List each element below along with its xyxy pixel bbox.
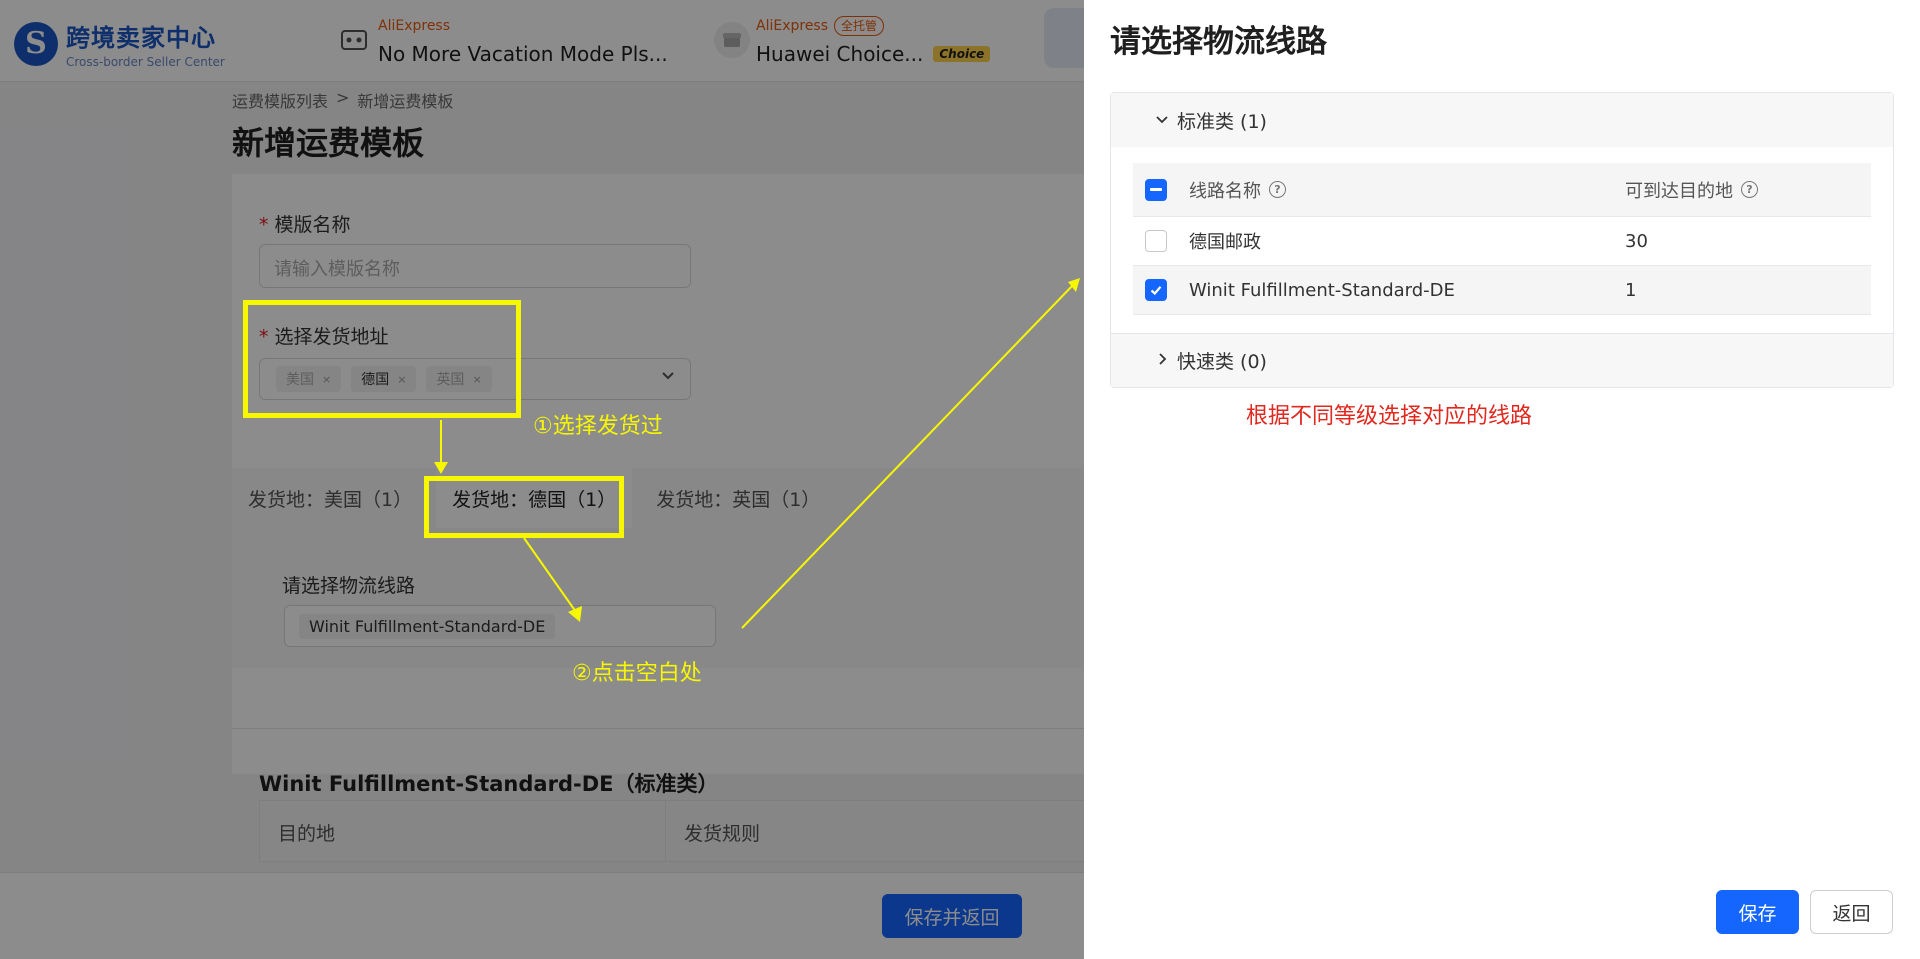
drawer-title: 请选择物流线路 xyxy=(1110,24,1327,60)
save-button[interactable]: 保存 xyxy=(1716,890,1799,934)
table-header-row: 线路名称 ? 可到达目的地 ? xyxy=(1133,163,1871,217)
panel-standard-header[interactable]: 标准类 (1) xyxy=(1111,93,1893,147)
route-dest-count: 1 xyxy=(1625,279,1637,301)
panel-standard-label: 标准类 (1) xyxy=(1177,110,1267,133)
indeterminate-icon xyxy=(1150,188,1162,191)
select-all-checkbox[interactable] xyxy=(1145,178,1167,201)
route-collapse: 标准类 (1) 线路名称 ? 可到达目的地 ? 德国邮政 30 Winit Fu… xyxy=(1110,92,1894,388)
panel-express-label: 快速类 (0) xyxy=(1177,351,1267,373)
route-name: 德国邮政 xyxy=(1189,232,1261,253)
highlight-address xyxy=(243,300,521,418)
column-header-dest: 可到达目的地 xyxy=(1625,180,1733,202)
route-table: 线路名称 ? 可到达目的地 ? 德国邮政 30 Winit Fulfillmen… xyxy=(1133,163,1871,315)
check-icon xyxy=(1150,286,1162,296)
row-checkbox[interactable] xyxy=(1145,279,1167,301)
chevron-right-icon xyxy=(1155,351,1169,370)
annotation-note: 根据不同等级选择对应的线路 xyxy=(1246,404,1533,429)
annotation-step1: ①选择发货过 xyxy=(533,414,663,439)
column-header-name: 线路名称 xyxy=(1189,180,1261,202)
panel-express-header[interactable]: 快速类 (0) xyxy=(1111,333,1893,387)
route-drawer: 请选择物流线路 标准类 (1) 线路名称 ? 可到达目的地 ? 德国邮政 30 … xyxy=(1084,0,1920,959)
table-row[interactable]: Winit Fulfillment-Standard-DE 1 xyxy=(1133,266,1871,315)
route-name: Winit Fulfillment-Standard-DE xyxy=(1189,279,1455,301)
question-circle-icon[interactable]: ? xyxy=(1741,181,1758,198)
annotation-step2: ②点击空白处 xyxy=(572,661,702,686)
highlight-tab xyxy=(424,476,624,538)
back-button[interactable]: 返回 xyxy=(1810,890,1893,934)
row-checkbox[interactable] xyxy=(1145,230,1167,252)
table-row[interactable]: 德国邮政 30 xyxy=(1133,217,1871,266)
chevron-down-icon xyxy=(1155,111,1169,130)
route-dest-count: 30 xyxy=(1625,230,1648,252)
question-circle-icon[interactable]: ? xyxy=(1269,181,1286,198)
